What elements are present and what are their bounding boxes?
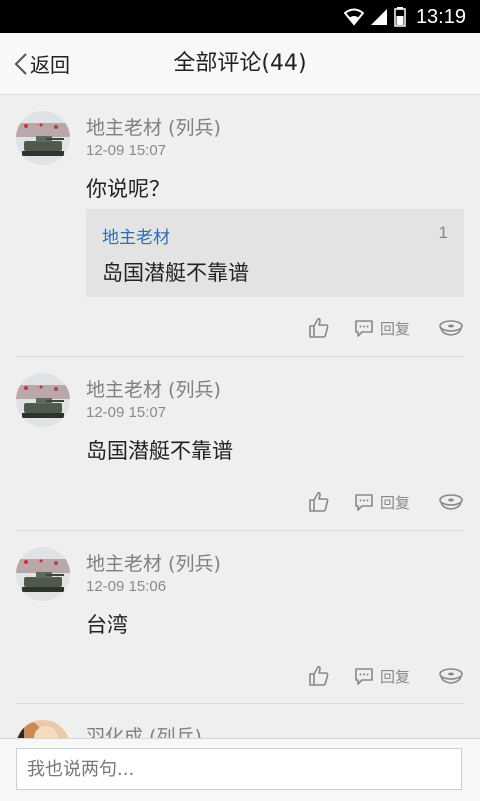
- comment-text: 你说呢？: [86, 177, 170, 201]
- comment-text: 台湾: [86, 613, 128, 637]
- military-cap-icon: [439, 320, 463, 336]
- comment-list[interactable]: 地主老材 (列兵) 12-09 15:07 你说呢？ 地主老材 1 岛国潜艇不靠…: [0, 95, 480, 738]
- quote-floor-number: 1: [438, 223, 448, 242]
- avatar[interactable]: [16, 720, 70, 738]
- nav-bar: 返回 全部评论(44): [0, 33, 480, 95]
- quote-author[interactable]: 地主老材: [102, 223, 170, 248]
- comment-text: 岛国潜艇不靠谱: [86, 439, 233, 463]
- thumbs-up-icon: [309, 665, 329, 686]
- comment-input[interactable]: [16, 748, 462, 790]
- reply-button[interactable]: 回复: [354, 318, 410, 339]
- status-bar: 13:19: [0, 0, 480, 33]
- reply-button[interactable]: 回复: [354, 666, 410, 687]
- battery-icon: [394, 7, 406, 27]
- comment-bubble-icon: [355, 320, 373, 337]
- like-button[interactable]: [308, 665, 330, 687]
- status-time: 13:19: [415, 5, 466, 28]
- like-button[interactable]: [308, 491, 330, 513]
- wifi-icon: [343, 8, 364, 26]
- avatar[interactable]: [16, 373, 70, 427]
- comment-author[interactable]: 地主老材 (列兵): [86, 113, 221, 140]
- comment-bubble-icon: [355, 668, 373, 685]
- comment-author[interactable]: 地主老材 (列兵): [86, 549, 221, 576]
- thumbs-up-icon: [309, 317, 329, 338]
- reply-label: 回复: [379, 319, 410, 338]
- comment-author[interactable]: 羽化成 (列兵): [86, 722, 202, 738]
- page-title: 全部评论(44): [173, 51, 307, 76]
- comment-bubble-icon: [355, 494, 373, 511]
- comment-composer: [0, 738, 480, 801]
- military-cap-icon: [439, 668, 463, 684]
- salute-button[interactable]: [438, 492, 464, 512]
- salute-button[interactable]: [438, 318, 464, 338]
- comment-actions: 回复: [308, 661, 464, 691]
- quote-text: 岛国潜艇不靠谱: [102, 261, 249, 285]
- military-cap-icon: [439, 494, 463, 510]
- reply-label: 回复: [379, 493, 410, 512]
- comment-actions: 回复: [308, 487, 464, 517]
- avatar[interactable]: [16, 111, 70, 165]
- thumbs-up-icon: [309, 491, 329, 512]
- comment-time: 12-09 15:07: [86, 404, 167, 421]
- comment-actions: 回复: [308, 313, 464, 343]
- signal-icon: [370, 9, 387, 25]
- comment-time: 12-09 15:07: [86, 142, 167, 159]
- comment-item: 地主老材 (列兵) 12-09 15:06 台湾 回复: [16, 531, 464, 704]
- comment-author[interactable]: 地主老材 (列兵): [86, 375, 221, 402]
- avatar[interactable]: [16, 547, 70, 601]
- reply-label: 回复: [379, 667, 410, 686]
- comment-time: 12-09 15:06: [86, 578, 167, 595]
- like-button[interactable]: [308, 317, 330, 339]
- salute-button[interactable]: [438, 666, 464, 686]
- reply-button[interactable]: 回复: [354, 492, 410, 513]
- comment-item: 地主老材 (列兵) 12-09 15:07 你说呢？ 地主老材 1 岛国潜艇不靠…: [16, 95, 464, 357]
- comment-item: 羽化成 (列兵): [16, 704, 464, 738]
- quoted-comment: 地主老材 1 岛国潜艇不靠谱: [86, 209, 464, 297]
- comment-item: 地主老材 (列兵) 12-09 15:07 岛国潜艇不靠谱 回复: [16, 357, 464, 531]
